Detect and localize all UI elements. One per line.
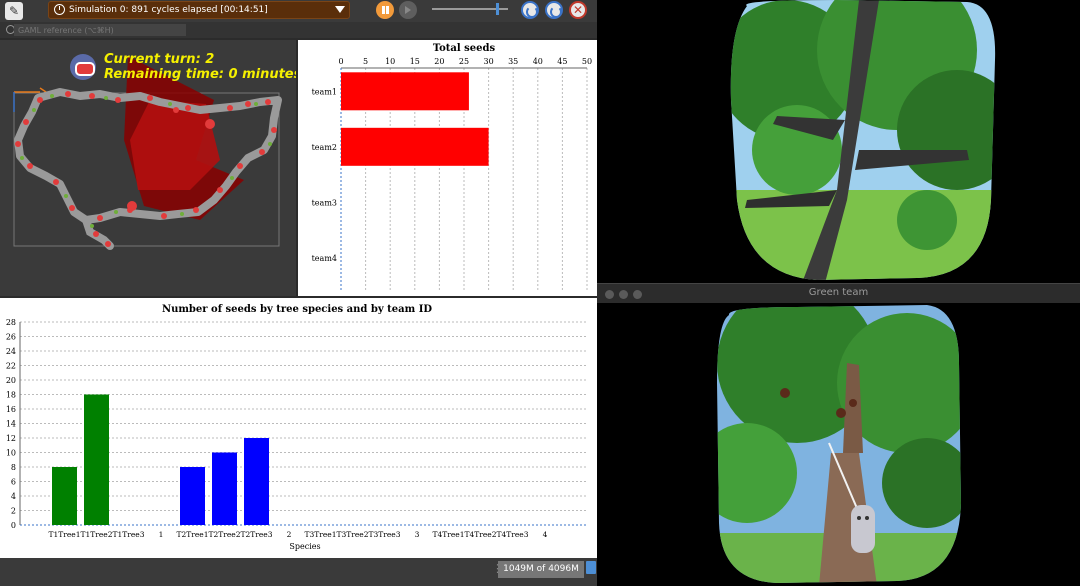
bar-T2Tree2 — [212, 452, 237, 525]
y-tick-label: 20 — [6, 376, 16, 385]
y-tick-label: 26 — [6, 333, 16, 342]
category-label: T1Tree3 — [112, 530, 144, 539]
memory-indicator[interactable]: 1049M of 4096M — [498, 561, 584, 578]
close-simulation-button[interactable]: ✕ — [569, 1, 587, 19]
category-label: T4Tree2 — [464, 530, 496, 539]
x-tick-label: 25 — [459, 57, 469, 66]
y-tick-label: 10 — [6, 449, 16, 458]
gama-simulation-window: ✎ Simulation 0: 891 cycles elapsed [00:1… — [0, 0, 597, 586]
y-tick-label: 0 — [11, 521, 16, 530]
speed-slider-thumb[interactable] — [496, 3, 499, 15]
search-input[interactable] — [14, 24, 186, 36]
simulation-toolbar: ✎ Simulation 0: 891 cycles elapsed [00:1… — [0, 0, 597, 22]
current-turn-label: Current turn: 2 — [104, 52, 215, 67]
clock-icon — [54, 4, 65, 15]
window-titlebar: Green team — [597, 283, 1080, 303]
chevron-down-icon[interactable] — [335, 6, 345, 13]
total-seeds-chart: Total seeds 0 5 10 15 20 25 30 35 40 45 50 team1 team… — [298, 40, 597, 296]
y-tick-label: 22 — [6, 362, 16, 371]
group-label: 3 — [415, 530, 420, 539]
sync-button[interactable] — [545, 1, 563, 19]
x-tick-label: 0 — [338, 57, 343, 66]
y-tick-label: 18 — [6, 391, 16, 400]
step-button[interactable] — [399, 1, 417, 19]
x-tick-label: 5 — [363, 57, 368, 66]
stop-icon[interactable] — [70, 54, 96, 80]
group-label: 1 — [159, 530, 164, 539]
category-label: team1 — [312, 87, 337, 96]
category-label: T1Tree2 — [80, 530, 112, 539]
y-tick-label: 2 — [11, 507, 16, 516]
chart-title: Total seeds — [433, 43, 496, 54]
bar-T2Tree1 — [180, 467, 205, 525]
pause-button[interactable] — [376, 1, 394, 19]
group-label: 4 — [543, 530, 548, 539]
chart-title: Number of seeds by tree species and by t… — [162, 304, 432, 315]
category-label: T4Tree3 — [496, 530, 528, 539]
bar-team1 — [341, 72, 469, 111]
search-bar — [0, 22, 597, 38]
x-tick-label: 35 — [508, 57, 518, 66]
category-label: team3 — [312, 198, 337, 207]
group-label: 2 — [287, 530, 292, 539]
category-label: T3Tree3 — [368, 530, 400, 539]
y-tick-label: 16 — [6, 405, 16, 414]
category-label: team4 — [312, 254, 337, 263]
y-tick-label: 24 — [6, 347, 16, 356]
category-label: T1Tree1 — [48, 530, 80, 539]
x-tick-label: 45 — [557, 57, 567, 66]
simulation-selector[interactable]: Simulation 0: 891 cycles elapsed [00:14:… — [48, 1, 350, 19]
x-tick-label: 15 — [410, 57, 420, 66]
x-tick-label: 20 — [434, 57, 444, 66]
category-label: T3Tree1 — [304, 530, 336, 539]
vr-scene-top — [730, 0, 996, 280]
x-tick-label: 50 — [582, 57, 592, 66]
category-label: T2Tree1 — [176, 530, 208, 539]
x-tick-label: 10 — [385, 57, 395, 66]
status-bar: ⋮ 1049M of 4096M — [0, 558, 597, 586]
y-tick-label: 12 — [6, 434, 16, 443]
bar-team2 — [341, 127, 489, 166]
category-label: T3Tree2 — [336, 530, 368, 539]
y-tick-label: 14 — [6, 420, 16, 429]
bar-T1Tree2 — [84, 394, 109, 525]
map-display[interactable]: Current turn: 2 Remaining time: 0 minute… — [0, 40, 296, 296]
vr-view-top — [597, 0, 1080, 283]
total-seeds-svg: Total seeds 0 5 10 15 20 25 30 35 40 45 50 team1 team… — [312, 43, 592, 290]
y-tick-label: 4 — [11, 492, 16, 501]
x-tick-label: 30 — [484, 57, 494, 66]
y-tick-label: 28 — [6, 318, 16, 327]
trash-icon[interactable] — [586, 561, 596, 574]
vr-scene-bottom — [717, 305, 961, 583]
simulation-label: Simulation 0: 891 cycles elapsed [00:14:… — [69, 5, 268, 15]
y-tick-label: 6 — [11, 478, 16, 487]
category-label: T2Tree3 — [240, 530, 272, 539]
reload-button[interactable] — [521, 1, 539, 19]
category-label: team2 — [312, 143, 337, 152]
x-tick-label: 40 — [533, 57, 543, 66]
edit-pencil-icon[interactable]: ✎ — [5, 2, 23, 20]
category-label: T2Tree2 — [208, 530, 240, 539]
seeds-by-species-chart: Number of seeds by tree species and by t… — [0, 298, 597, 558]
green-team-window: Green team — [597, 283, 1080, 586]
seeds-by-species-svg: Number of seeds by tree species and by t… — [6, 304, 588, 551]
remaining-time-label: Remaining time: 0 minutes 2 — [104, 67, 296, 82]
bar-T1Tree1 — [52, 467, 77, 525]
x-axis-title: Species — [289, 542, 320, 551]
bar-T2Tree3 — [244, 438, 269, 525]
screen: ✎ Simulation 0: 891 cycles elapsed [00:1… — [0, 0, 1080, 586]
category-label: T4Tree1 — [432, 530, 464, 539]
window-title: Green team — [808, 287, 869, 298]
y-tick-label: 8 — [11, 463, 16, 472]
